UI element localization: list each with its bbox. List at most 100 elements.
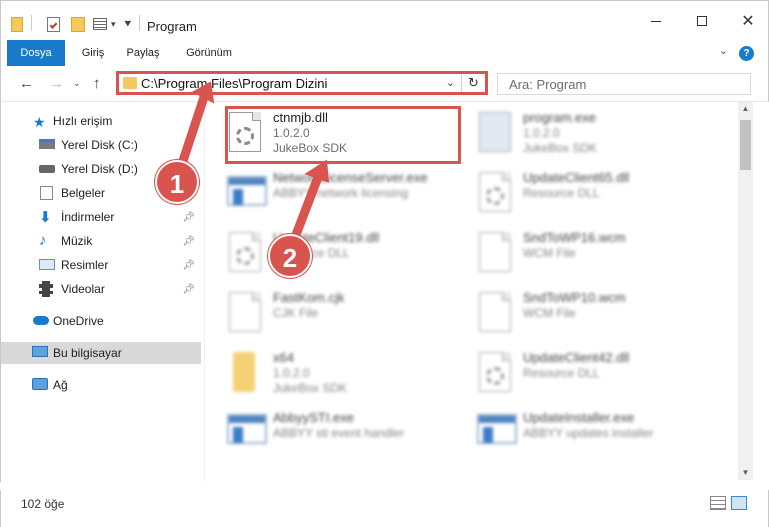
- sidebar-item-onedrive[interactable]: OneDrive: [1, 310, 201, 332]
- file-description: WCM File: [523, 306, 576, 320]
- scrollbar-thumb[interactable]: [740, 120, 751, 170]
- pin-icon[interactable]: 📌︎: [182, 236, 195, 247]
- details-view-icon[interactable]: [710, 496, 726, 510]
- tab-home[interactable]: Giriş: [71, 40, 115, 66]
- properties-icon[interactable]: [47, 15, 60, 33]
- back-arrow-icon[interactable]: ←: [19, 75, 34, 92]
- maximize-button[interactable]: [679, 1, 725, 41]
- sidebar-item-downloads[interactable]: ⬇ İndirmeler 📌︎: [1, 206, 201, 228]
- download-icon: ⬇: [39, 209, 52, 226]
- large-icons-view-icon[interactable]: [731, 496, 747, 510]
- file-description: JukeBox SDK: [523, 141, 598, 155]
- help-button[interactable]: ?: [739, 46, 754, 61]
- file-name: UpdateClient42.dll: [523, 350, 630, 365]
- scroll-up-icon[interactable]: ▲: [738, 102, 753, 116]
- document-icon: [479, 232, 511, 272]
- drive-icon: [39, 139, 55, 149]
- minimize-button[interactable]: [633, 1, 679, 41]
- address-bar[interactable]: C:\Program Files\Program Dizini ⌄ ↻: [116, 71, 488, 95]
- dll-gear-icon: [479, 352, 511, 392]
- chevron-down-icon[interactable]: ⌄: [719, 44, 728, 57]
- sidebar-item-label: Videolar: [61, 282, 105, 296]
- sidebar-item-label: Yerel Disk (D:): [61, 162, 138, 176]
- vertical-scrollbar[interactable]: ▲ ▼: [738, 102, 753, 480]
- folder-icon: [233, 352, 255, 392]
- title-bar: ▾ ⯆ Program ✕: [0, 0, 769, 40]
- dll-gear-icon: [479, 172, 511, 212]
- video-icon: [39, 281, 53, 297]
- app-window-icon: [227, 176, 267, 206]
- tab-share[interactable]: Paylaş: [119, 40, 167, 66]
- file-item[interactable]: AbbyySTI.exe ABBYY sti event handler: [205, 406, 445, 456]
- separator: [31, 15, 32, 31]
- search-input[interactable]: Ara: Program: [497, 73, 751, 95]
- search-placeholder: Ara: Program: [509, 77, 587, 92]
- file-name: ctnmjb.dll: [273, 110, 328, 125]
- file-item[interactable]: program.exe 1.0.2.0 JukeBox SDK: [455, 106, 695, 156]
- sidebar-item-this-pc[interactable]: Bu bilgisayar: [1, 342, 201, 364]
- file-item[interactable]: FastKom.cjk CJK File: [205, 286, 445, 336]
- star-icon: ★: [33, 114, 46, 130]
- address-path[interactable]: C:\Program Files\Program Dizini: [141, 76, 327, 91]
- quick-access-dropdown-icon[interactable]: ⯆: [123, 15, 133, 33]
- file-item[interactable]: NetworkLicenseServer.exe ABBYY network l…: [205, 166, 445, 216]
- file-name: AbbyySTI.exe: [273, 410, 354, 425]
- sidebar-item-music[interactable]: ♪ Müzik 📌︎: [1, 230, 201, 252]
- file-name: UpdateClient65.dll: [523, 170, 630, 185]
- file-item[interactable]: x64 1.0.2.0 JukeBox SDK: [205, 346, 445, 396]
- document-icon: [479, 292, 511, 332]
- app-window-icon: [477, 414, 517, 444]
- cloud-icon: [33, 316, 49, 325]
- sidebar-item-label: Yerel Disk (C:): [61, 138, 138, 152]
- sidebar-item-network[interactable]: Ağ: [1, 374, 201, 396]
- network-icon: [32, 378, 48, 390]
- up-arrow-icon[interactable]: ↑: [93, 75, 101, 92]
- sidebar-item-pictures[interactable]: Resimler 📌︎: [1, 254, 201, 276]
- sidebar-item-label: Bu bilgisayar: [53, 346, 122, 360]
- scroll-down-icon[interactable]: ▼: [738, 466, 753, 480]
- pin-icon[interactable]: 📌︎: [182, 212, 195, 223]
- tab-view[interactable]: Görünüm: [177, 40, 241, 66]
- file-name: program.exe: [523, 110, 596, 125]
- refresh-icon[interactable]: ↻: [461, 74, 485, 92]
- file-description: WCM File: [523, 246, 576, 260]
- file-item[interactable]: UpdateClient65.dll Resource DLL: [455, 166, 695, 216]
- chevron-down-icon[interactable]: ▾: [111, 15, 116, 33]
- navigation-bar: ← → ⌄ ↑ C:\Program Files\Program Dizini …: [0, 66, 769, 102]
- file-description: JukeBox SDK: [273, 381, 348, 395]
- music-icon: ♪: [39, 232, 47, 249]
- exe-icon: [479, 112, 511, 152]
- file-item[interactable]: UpdateClient42.dll Resource DLL: [455, 346, 695, 396]
- customize-icon[interactable]: [93, 15, 107, 33]
- file-name: SndToWP16.wcm: [523, 230, 626, 245]
- sidebar-item-videos[interactable]: Videolar 📌︎: [1, 278, 201, 300]
- folder-icon: [123, 77, 137, 89]
- file-list: ctnmjb.dll 1.0.2.0 JukeBox SDK program.e…: [205, 102, 739, 480]
- sidebar-item-label: Ağ: [53, 378, 68, 392]
- sidebar-item-quick-access[interactable]: ★ Hızlı erişim: [1, 110, 201, 132]
- file-item[interactable]: UpdateClient19.dll Resource DLL: [205, 226, 445, 276]
- forward-arrow-icon[interactable]: →: [49, 75, 64, 92]
- chevron-down-icon[interactable]: ⌄: [446, 76, 455, 89]
- file-item-ctnmjb-dll[interactable]: ctnmjb.dll 1.0.2.0 JukeBox SDK: [205, 106, 445, 156]
- file-item[interactable]: UpdateInstaller.exe ABBYY updates instal…: [455, 406, 695, 456]
- pin-icon[interactable]: 📌︎: [182, 284, 195, 295]
- sidebar-item-label: İndirmeler: [61, 210, 115, 224]
- sidebar-item-local-disk-c[interactable]: Yerel Disk (C:): [1, 134, 201, 156]
- new-folder-icon[interactable]: [71, 15, 85, 33]
- file-name: UpdateInstaller.exe: [523, 410, 635, 425]
- close-button[interactable]: ✕: [725, 1, 769, 41]
- callout-badge-2: 2: [268, 234, 312, 278]
- dll-gear-icon: [229, 112, 261, 152]
- sidebar-item-label: Müzik: [61, 234, 93, 248]
- file-description: Resource DLL: [523, 366, 600, 380]
- file-description: JukeBox SDK: [273, 141, 348, 155]
- recent-locations-icon[interactable]: ⌄: [73, 78, 81, 89]
- pin-icon[interactable]: 📌︎: [182, 260, 195, 271]
- file-item[interactable]: SndToWP10.wcm WCM File: [455, 286, 695, 336]
- file-description: Resource DLL: [523, 186, 600, 200]
- pictures-icon: [39, 259, 55, 270]
- window-title: Program: [147, 19, 197, 34]
- file-item[interactable]: SndToWP16.wcm WCM File: [455, 226, 695, 276]
- drive-icon: [39, 165, 55, 173]
